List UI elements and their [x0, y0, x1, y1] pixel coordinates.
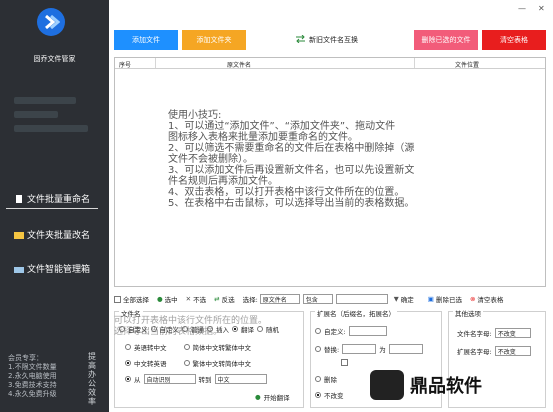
- clear-table-small-button[interactable]: ⊗ 清空表格: [470, 294, 503, 304]
- filter-text-input[interactable]: [335, 294, 388, 304]
- filter-toolbar: 全部选择 ● 选中 ✕ 不选 ⇄ 反选 选择: 原文件名 包含 ▼ 确定 ▣ 删除已选 ⊗…: [114, 293, 546, 305]
- table-header: 序号 原文件名 文件位置: [115, 58, 545, 69]
- zh-to-en-radio[interactable]: [125, 360, 131, 366]
- sidebar-item-smart-manager[interactable]: 文件智能管理箱: [14, 262, 90, 275]
- clear-icon: ⊗: [469, 295, 476, 303]
- translate-lang-row: 从 自动识别 转到 中文: [125, 374, 267, 384]
- slogan-vertical: 提高办公效率: [88, 352, 96, 406]
- document-icon: [14, 194, 24, 204]
- en-to-zh-radio[interactable]: [125, 344, 131, 350]
- to-language-select[interactable]: 中文: [214, 374, 267, 384]
- check-icon: ●: [157, 295, 163, 303]
- select-all-checkbox[interactable]: 全部选择: [114, 294, 149, 304]
- column-header-index: 序号: [119, 62, 132, 69]
- ext-nochange-row: 不改变: [315, 390, 344, 400]
- from-radio[interactable]: [125, 376, 131, 382]
- ext-replace-row: 替换: 为: [315, 344, 423, 354]
- close-button[interactable]: ✕: [538, 4, 545, 13]
- play-icon: ●: [255, 393, 261, 401]
- sidebar-item-label: 文件批量重命名: [27, 195, 91, 205]
- tc-to-sc-radio[interactable]: [183, 360, 190, 366]
- ext-case-row: [341, 359, 348, 366]
- ext-case-option-row: 扩展名字母: 不改变: [457, 346, 531, 356]
- ext-custom-row: 自定义:: [315, 326, 387, 336]
- sidebar: 固乔文件管家 文件批量重命名 文件夹批量改名 文件智能管理箱 会员专享： 1.不…: [0, 0, 109, 412]
- ext-replace-radio[interactable]: [315, 346, 321, 352]
- ext-case-checkbox[interactable]: [341, 359, 348, 366]
- watermark: 鼎品软件: [370, 370, 482, 400]
- ext-custom-input[interactable]: [348, 326, 387, 336]
- sidebar-item-batch-rename[interactable]: 文件批量重命名: [5, 192, 99, 209]
- ext-replace-to-input[interactable]: [388, 344, 423, 354]
- sc-to-tc-radio[interactable]: [183, 344, 190, 350]
- filter-op-select[interactable]: 包含: [302, 294, 333, 304]
- sidebar-item-label: 文件夹批量改名: [27, 231, 91, 241]
- ghost-tooltip-text: 可以打开表格中该行文件所在的位置。 选择导出当前的表格数据。: [114, 316, 268, 337]
- ext-replace-from-input[interactable]: [342, 344, 377, 354]
- ext-custom-radio[interactable]: [315, 328, 321, 334]
- deselect-button[interactable]: ✕ 不选: [186, 294, 206, 304]
- watermark-logo-icon: [370, 370, 404, 400]
- delete-icon: ▣: [427, 295, 434, 303]
- swap-names-button[interactable]: 新旧文件名互换: [296, 34, 358, 45]
- start-translate-button[interactable]: ● 开始翻译: [255, 392, 290, 402]
- filter-field-select[interactable]: 原文件名: [259, 294, 300, 304]
- toolbox-icon: [14, 264, 24, 274]
- blurred-account-info: [14, 125, 88, 132]
- select-button[interactable]: ● 选中: [157, 294, 178, 304]
- add-folder-button[interactable]: 添加文件夹: [182, 30, 246, 50]
- column-divider: [414, 58, 415, 68]
- ext-remove-radio[interactable]: [315, 376, 321, 382]
- sidebar-item-folder-rename[interactable]: 文件夹批量改名: [14, 228, 90, 241]
- minimize-button[interactable]: —: [518, 4, 526, 13]
- delete-selected-button[interactable]: ▣ 删除已选: [428, 294, 462, 304]
- swap-arrows-icon: ⇄: [214, 295, 220, 303]
- other-options-legend: 其他选项: [453, 308, 483, 318]
- swap-icon: [296, 34, 305, 45]
- confirm-button[interactable]: ▼ 确定: [394, 294, 414, 304]
- column-header-location: 文件位置: [455, 62, 480, 69]
- filter-icon: ▼: [393, 295, 399, 303]
- invert-button[interactable]: ⇄ 反选: [214, 294, 234, 304]
- delete-selected-files-button[interactable]: 删除已选的文件: [414, 30, 478, 50]
- blurred-account-info: [14, 111, 58, 118]
- clear-table-button[interactable]: 清空表格: [482, 30, 546, 50]
- folder-icon: [14, 230, 24, 240]
- from-language-select[interactable]: 自动识别: [143, 374, 196, 384]
- extension-panel-legend: 扩展名（后缀名，拓展名）: [315, 308, 397, 318]
- usage-tips: 使用小技巧: 1、可以通过“添加文件”、“添加文件夹”、拖动文件 图标移入表格来…: [168, 110, 415, 209]
- filename-case-select[interactable]: 不改变: [494, 328, 531, 338]
- translate-option-row: 英语转中文 简体中文转繁体中文: [125, 342, 251, 352]
- choose-label: 选择:: [242, 296, 258, 304]
- translate-option-row: 中文转英语 繁体中文转简体中文: [125, 358, 251, 368]
- filename-case-row: 文件名字母: 不改变: [457, 328, 531, 338]
- member-benefits: 会员专享： 1.不限文件数量 2.永久电脑使用 3.免费技术支持 4.永久免费升…: [8, 354, 57, 398]
- sidebar-item-label: 文件智能管理箱: [27, 265, 91, 275]
- column-header-original-name: 原文件名: [227, 62, 252, 69]
- blurred-account-info: [14, 97, 76, 104]
- file-table[interactable]: 序号 原文件名 文件位置 使用小技巧: 1、可以通过“添加文件”、“添加文件夹”…: [114, 57, 546, 287]
- ext-case-select[interactable]: 不改变: [494, 346, 531, 356]
- watermark-text: 鼎品软件: [410, 376, 482, 397]
- ext-nochange-radio[interactable]: [315, 392, 321, 398]
- ext-remove-row: 删除: [315, 374, 337, 384]
- add-file-button[interactable]: 添加文件: [114, 30, 178, 50]
- app-title: 固乔文件管家: [33, 55, 76, 63]
- cross-icon: ✕: [185, 295, 192, 303]
- app-logo-icon: [37, 8, 65, 36]
- column-divider: [155, 58, 156, 68]
